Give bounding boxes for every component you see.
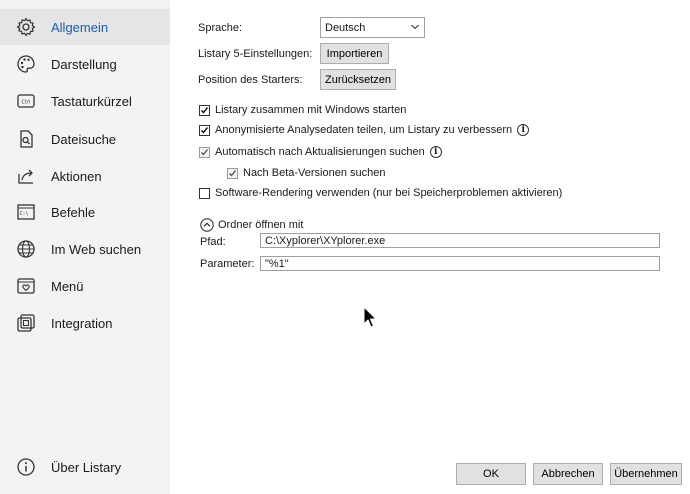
sidebar-item-darstellung[interactable]: Darstellung — [0, 46, 170, 82]
palette-icon — [16, 54, 36, 74]
launcher-position-label: Position des Starters: — [198, 74, 303, 86]
sidebar: Allgemein Darstellung Ctrl Tastaturkürze… — [0, 0, 170, 494]
settings-panel: Sprache: Deutsch Listary 5-Einstellungen… — [170, 0, 690, 494]
gear-icon — [16, 17, 36, 37]
info-circle-icon — [16, 457, 36, 477]
keyboard-ctrl-icon: Ctrl — [16, 91, 36, 111]
sidebar-item-menue[interactable]: Menü — [0, 268, 170, 304]
svg-text:C:\: C:\ — [19, 211, 28, 217]
integration-icon — [16, 313, 36, 333]
ok-button[interactable]: OK — [456, 463, 526, 485]
listary5-settings-label: Listary 5-Einstellungen: — [198, 48, 313, 60]
analytics-row[interactable]: Anonymisierte Analysedaten teilen, um Li… — [199, 124, 530, 136]
chevron-down-icon — [411, 24, 419, 30]
share-arrow-icon — [16, 166, 36, 186]
globe-icon — [16, 239, 36, 259]
cancel-button[interactable]: Abbrechen — [533, 463, 603, 485]
start-with-windows-checkbox[interactable] — [199, 104, 210, 116]
open-folder-section-label: Ordner öffnen mit — [218, 219, 304, 231]
reset-button[interactable]: Zurücksetzen — [320, 69, 396, 90]
chevron-up-icon — [200, 218, 214, 232]
auto-update-checkbox[interactable] — [199, 146, 210, 158]
software-rendering-label: Software-Rendering verwenden (nur bei Sp… — [215, 187, 563, 199]
sidebar-item-im-web-suchen[interactable]: Im Web suchen — [0, 231, 170, 267]
info-icon[interactable]: i — [517, 124, 530, 136]
info-icon[interactable]: i — [429, 146, 442, 158]
language-select-value: Deutsch — [325, 21, 366, 34]
menu-heart-icon — [16, 276, 36, 296]
auto-update-row[interactable]: Automatisch nach Aktualisierungen suchen… — [199, 146, 442, 158]
sidebar-item-label: Im Web suchen — [51, 241, 142, 257]
sidebar-item-label: Dateisuche — [51, 131, 117, 147]
beta-checkbox[interactable] — [227, 167, 238, 179]
sidebar-item-label: Menü — [51, 278, 84, 294]
apply-button[interactable]: Übernehmen — [610, 463, 682, 485]
start-with-windows-label: Listary zusammen mit Windows starten — [215, 104, 407, 116]
language-label: Sprache: — [198, 22, 243, 34]
sidebar-item-befehle[interactable]: C:\ Befehle — [0, 194, 170, 230]
path-label: Pfad: — [200, 236, 226, 248]
terminal-icon: C:\ — [16, 202, 36, 222]
parameter-label: Parameter: — [200, 258, 255, 270]
parameter-input-value: "%1" — [265, 257, 289, 270]
auto-update-label: Automatisch nach Aktualisierungen suchen — [215, 146, 425, 158]
analytics-checkbox[interactable] — [199, 124, 210, 136]
import-button[interactable]: Importieren — [320, 43, 389, 64]
analytics-label: Anonymisierte Analysedaten teilen, um Li… — [215, 124, 513, 136]
software-rendering-row[interactable]: Software-Rendering verwenden (nur bei Sp… — [199, 187, 562, 199]
path-input[interactable]: C:\Xyplorer\XYplorer.exe — [260, 233, 660, 248]
sidebar-item-aktionen[interactable]: Aktionen — [0, 158, 170, 194]
sidebar-item-tastaturkuerzel[interactable]: Ctrl Tastaturkürzel — [0, 83, 170, 119]
start-with-windows-row[interactable]: Listary zusammen mit Windows starten — [199, 104, 406, 116]
sidebar-item-label: Allgemein — [51, 19, 109, 35]
file-search-icon — [16, 129, 36, 149]
beta-row[interactable]: Nach Beta-Versionen suchen — [227, 167, 385, 179]
parameter-input[interactable]: "%1" — [260, 256, 660, 271]
sidebar-item-label: Darstellung — [51, 56, 117, 72]
sidebar-item-allgemein[interactable]: Allgemein — [0, 9, 170, 45]
sidebar-item-integration[interactable]: Integration — [0, 305, 170, 341]
sidebar-item-ueber-listary[interactable]: Über Listary — [0, 449, 170, 485]
sidebar-item-label: Befehle — [51, 204, 96, 220]
sidebar-item-dateisuche[interactable]: Dateisuche — [0, 121, 170, 157]
sidebar-item-label: Integration — [51, 315, 113, 331]
sidebar-item-label: Aktionen — [51, 168, 102, 184]
beta-label: Nach Beta-Versionen suchen — [243, 167, 386, 179]
software-rendering-checkbox[interactable] — [199, 187, 210, 199]
sidebar-item-label: Tastaturkürzel — [51, 93, 132, 109]
language-select[interactable]: Deutsch — [320, 17, 425, 38]
sidebar-item-label: Über Listary — [51, 459, 122, 475]
svg-text:Ctrl: Ctrl — [22, 100, 31, 106]
open-folder-section-toggle[interactable]: Ordner öffnen mit — [200, 218, 303, 232]
path-input-value: C:\Xyplorer\XYplorer.exe — [265, 234, 386, 247]
mouse-cursor-icon — [363, 306, 377, 328]
